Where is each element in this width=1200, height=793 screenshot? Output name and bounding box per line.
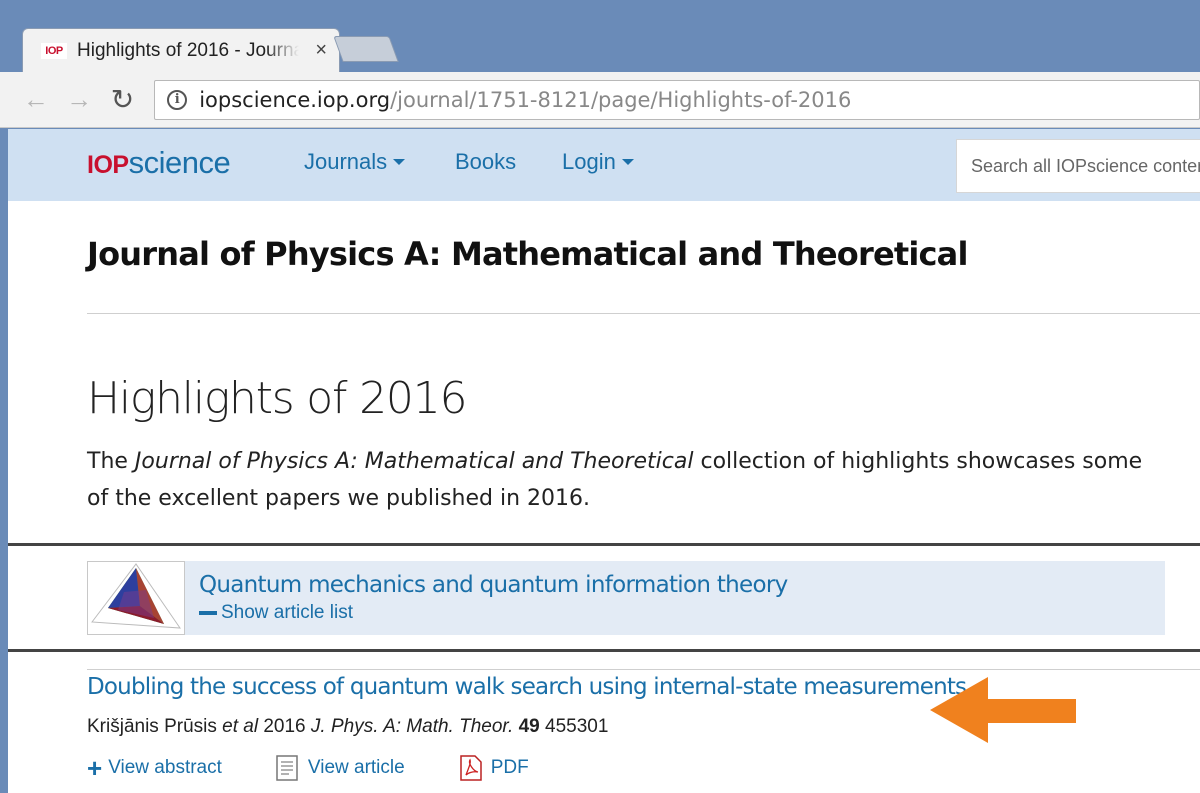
collection-panel: Quantum mechanics and quantum informatio…: [87, 561, 1165, 635]
nav-books[interactable]: Books: [455, 149, 516, 175]
browser-titlebar: IOP Highlights of 2016 - Journal of Phys…: [0, 0, 1200, 72]
divider: [87, 669, 1200, 670]
collection-thumbnail: [87, 561, 185, 635]
site-header: IOPscience Journals Books Login Search a…: [8, 129, 1200, 201]
document-icon: [276, 755, 298, 781]
collection-title[interactable]: Quantum mechanics and quantum informatio…: [199, 572, 788, 598]
favicon-icon: IOP: [41, 42, 67, 59]
highlight-band-bottom: [8, 649, 1200, 652]
caret-down-icon: [393, 159, 406, 165]
nav-books-label: Books: [455, 149, 517, 174]
article-etal: et al: [222, 716, 259, 737]
orange-arrow-icon: [930, 677, 1076, 743]
show-article-list-toggle[interactable]: Show article list: [199, 602, 788, 624]
article-journal: J. Phys. A: Math. Theor.: [310, 716, 514, 737]
browser-toolbar: ← → ↻ i iopscience.iop.org/journal/1751-…: [0, 72, 1200, 128]
article-author: Krišjānis Prūsis: [87, 716, 217, 737]
logo-science-text: science: [128, 145, 231, 180]
collection-text: Quantum mechanics and quantum informatio…: [185, 572, 788, 624]
nav-journals[interactable]: Journals: [304, 149, 406, 175]
nav-login[interactable]: Login: [562, 149, 634, 175]
article-actions: + View abstract View article PDF: [87, 755, 583, 781]
browser-tab-active[interactable]: IOP Highlights of 2016 - Journal of Phys…: [22, 28, 340, 72]
search-input[interactable]: Search all IOPscience content: [956, 139, 1200, 193]
view-abstract-button[interactable]: + View abstract: [87, 755, 222, 781]
article-volume: 49: [518, 716, 540, 737]
article-number: 455301: [545, 716, 609, 737]
pdf-label: PDF: [490, 757, 529, 778]
info-icon[interactable]: i: [167, 89, 188, 110]
back-icon[interactable]: ←: [14, 80, 57, 120]
nav-journals-label: Journals: [304, 149, 388, 174]
page-viewport: IOPscience Journals Books Login Search a…: [8, 129, 1200, 793]
view-abstract-label: View abstract: [108, 757, 222, 778]
minus-icon: [199, 611, 217, 615]
url-host: iopscience.iop.org: [199, 87, 391, 112]
url-path: /journal/1751-8121/page/Highlights-of-20…: [390, 87, 852, 112]
article-citation: Krišjānis Prūsis et al 2016 J. Phys. A: …: [87, 716, 608, 738]
intro-prefix: The: [87, 449, 135, 474]
caret-down-icon: [621, 159, 634, 165]
article-year: 2016: [263, 716, 306, 737]
logo-iop-text: IOP: [87, 151, 129, 179]
intro-paragraph: The Journal of Physics A: Mathematical a…: [87, 443, 1157, 517]
intro-journal-name: Journal of Physics A: Mathematical and T…: [134, 449, 694, 474]
close-icon[interactable]: ×: [315, 39, 327, 62]
pdf-icon: [459, 755, 482, 781]
iopscience-logo[interactable]: IOPscience: [87, 145, 231, 181]
highlight-band-top: [8, 543, 1200, 546]
view-article-button[interactable]: View article: [276, 755, 405, 781]
view-article-label: View article: [307, 757, 405, 778]
divider: [87, 313, 1200, 314]
plus-icon: +: [87, 753, 103, 783]
tetrahedron-image: [91, 563, 181, 629]
page-title: Highlights of 2016: [87, 373, 467, 424]
article-title-link[interactable]: Doubling the success of quantum walk sea…: [87, 674, 967, 700]
show-article-list-label: Show article list: [221, 602, 353, 623]
tab-title: Highlights of 2016 - Journal of Physics …: [77, 39, 299, 61]
reload-icon[interactable]: ↻: [101, 80, 144, 120]
forward-icon[interactable]: →: [57, 80, 100, 120]
nav-login-label: Login: [562, 149, 616, 174]
new-tab-button[interactable]: [333, 36, 399, 62]
journal-title: Journal of Physics A: Mathematical and T…: [87, 235, 968, 273]
pdf-button[interactable]: PDF: [459, 755, 529, 781]
address-bar[interactable]: i iopscience.iop.org/journal/1751-8121/p…: [154, 79, 1200, 120]
